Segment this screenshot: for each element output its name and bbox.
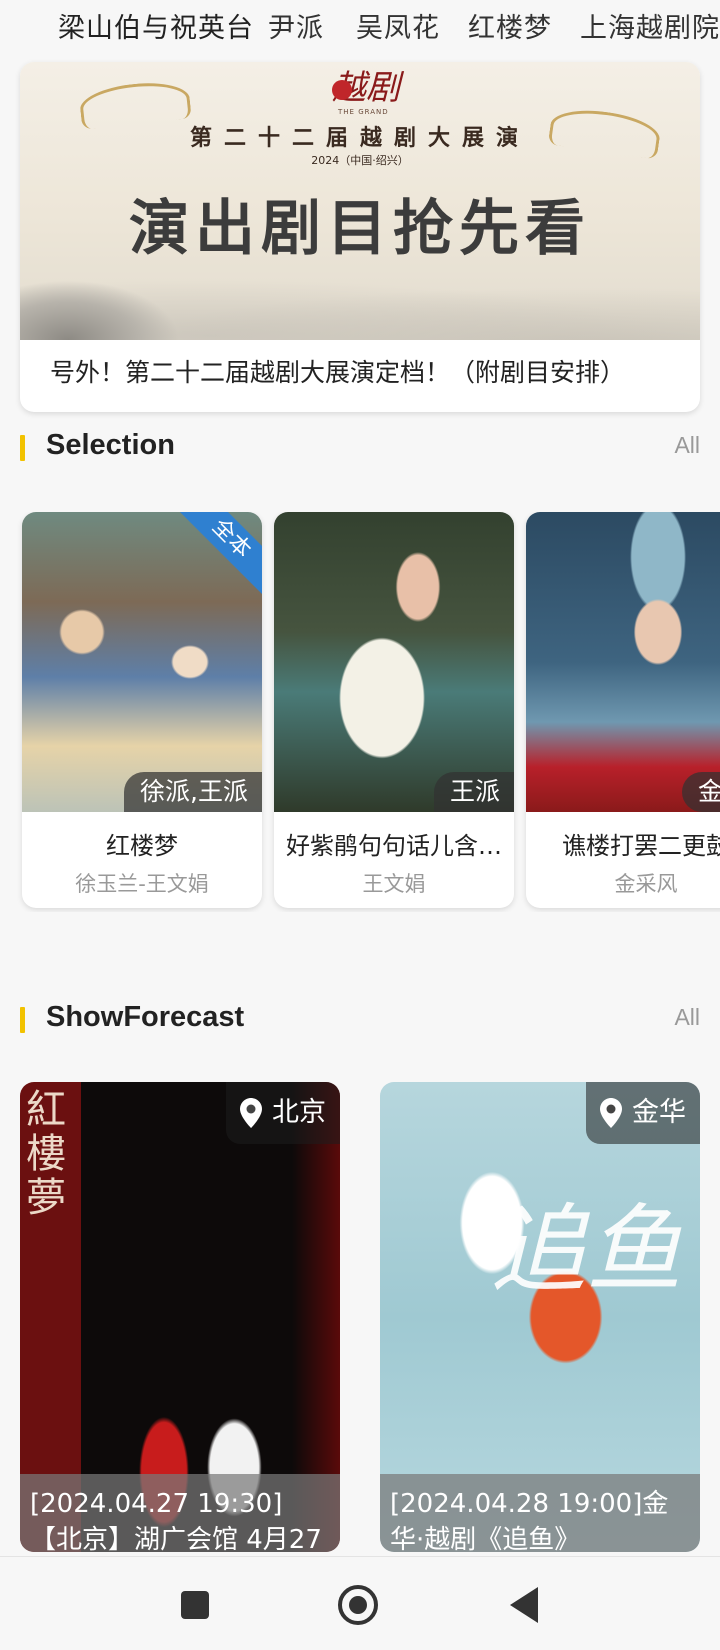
forecast-caption: [2024.04.27 19:30]【北京】湖广会馆 4月27日 [20,1474,340,1552]
selection-card-title: 好紫鹃句句话儿含… [286,832,502,860]
square-icon [181,1591,209,1619]
section-accent-bar [20,1007,25,1033]
selection-header: Selection All [20,428,700,468]
location-badge: 金华 [586,1082,700,1144]
school-tag: 金 [682,772,720,812]
selection-card-title: 谯楼打罢二更鼓 [562,832,720,860]
mountain-decoration [20,280,180,340]
tab-shanghai-yueju[interactable]: 上海越剧院 [580,6,720,45]
selection-thumbnail: 全本 徐派,王派 [22,512,262,812]
selection-title: Selection [46,429,175,461]
top-tab-bar: 梁山伯与祝英台 尹派 吴凤花 红楼梦 上海越剧院 [0,0,720,52]
selection-list[interactable]: 全本 徐派,王派 红楼梦 徐玉兰-王文娟 王派 好紫鹃句句话儿含… 王文娟 金 … [0,512,720,912]
selection-card-performer: 徐玉兰-王文娟 [75,872,209,896]
tab-yinpai[interactable]: 尹派 [268,6,324,45]
forecast-card[interactable]: 追鱼 金华 [2024.04.28 19:00]金华·越剧《追鱼》 [380,1082,700,1552]
home-button[interactable] [338,1585,378,1625]
selection-thumbnail: 金 [526,512,720,812]
poster-title-art: 追鱼 [490,1194,682,1306]
forecast-header: ShowForecast All [20,1000,700,1040]
selection-card[interactable]: 金 谯楼打罢二更鼓 金采风 [526,512,720,908]
location-pin-icon [240,1098,262,1128]
tab-hongloumeng[interactable]: 红楼梦 [468,6,552,45]
banner-caption[interactable]: 号外！第二十二届越剧大展演定档！（附剧目安排） [50,340,690,412]
system-nav-bar [0,1556,720,1650]
back-button[interactable] [506,1585,546,1625]
location-label: 北京 [272,1097,326,1128]
selection-card-performer: 金采风 [614,872,678,896]
location-badge: 北京 [226,1082,340,1144]
school-tag: 徐派,王派 [124,772,262,812]
selection-card-title: 红楼梦 [106,832,178,860]
banner-title: 演出剧目抢先看 [129,194,591,264]
festival-logo: 越剧 THE GRAND [332,68,400,116]
selection-card-performer: 王文娟 [362,872,426,896]
circle-icon [338,1585,378,1625]
full-version-ribbon: 全本 [173,512,262,597]
triangle-back-icon [510,1587,538,1623]
tab-wufenghua[interactable]: 吴凤花 [356,6,440,45]
banner-image: 越剧 THE GRAND 第二十二届越剧大展演 2024（中国·绍兴） 演出剧目… [20,62,700,340]
forecast-title: ShowForecast [46,1001,245,1033]
tab-liangzhu[interactable]: 梁山伯与祝英台 [58,6,254,45]
banner-year: 2024（中国·绍兴） [311,154,409,167]
location-pin-icon [600,1098,622,1128]
selection-card[interactable]: 王派 好紫鹃句句话儿含… 王文娟 [274,512,514,908]
selection-all-link[interactable]: All [674,432,700,459]
banner-card[interactable]: 越剧 THE GRAND 第二十二届越剧大展演 2024（中国·绍兴） 演出剧目… [20,62,700,412]
section-accent-bar [20,435,25,461]
school-tag: 王派 [433,772,514,812]
forecast-card[interactable]: 紅樓夢 北京 [2024.04.27 19:30]【北京】湖广会馆 4月27日 [20,1082,340,1552]
location-label: 金华 [632,1097,686,1128]
banner-subtitle: 第二十二届越剧大展演 [189,125,530,151]
selection-card[interactable]: 全本 徐派,王派 红楼梦 徐玉兰-王文娟 [22,512,262,908]
recents-button[interactable] [175,1585,215,1625]
forecast-caption: [2024.04.28 19:00]金华·越剧《追鱼》 [380,1474,700,1552]
poster-title-art: 紅樓夢 [26,1087,66,1221]
selection-thumbnail: 王派 [274,512,514,812]
forecast-all-link[interactable]: All [674,1004,700,1031]
